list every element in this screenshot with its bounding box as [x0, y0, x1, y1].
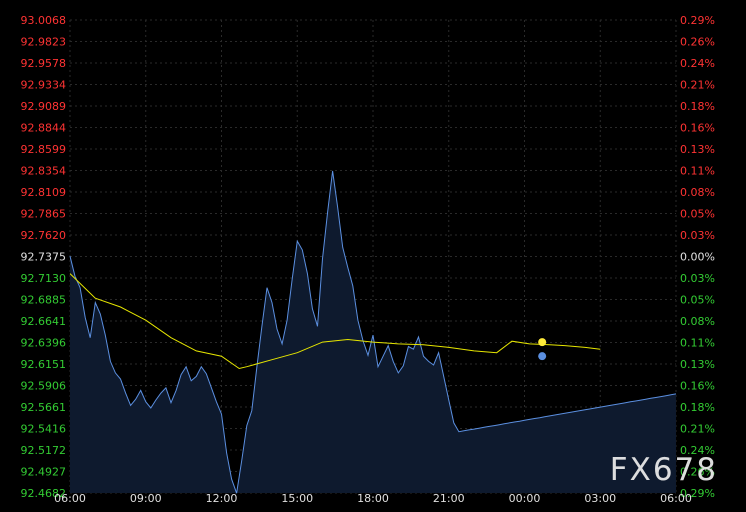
price-area [70, 170, 676, 494]
y-tick-label-left: 92.9823 [21, 36, 67, 49]
y-tick-label-right: 0.11% [680, 337, 715, 350]
y-tick-label-right: 0.24% [680, 57, 715, 70]
y-axis-right-labels: 0.29% 0.26% 0.24% 0.21% 0.18% 0.16% 0.13% 0.11%… [680, 14, 715, 500]
y-tick-label-left: 92.5416 [21, 423, 67, 436]
y-axis-left-labels: 93.0068 92.9823 92.9578 92.9334 92.9089 92.88… [21, 14, 67, 500]
y-tick-label-right: 0.13% [680, 358, 715, 371]
y-tick-label-left: 92.9334 [21, 79, 67, 92]
y-tick-label-right: 0.18% [680, 401, 715, 414]
y-tick-label-left: 92.7865 [21, 208, 67, 221]
y-tick-label-left: 92.8354 [21, 165, 67, 178]
y-tick-label-left: 92.6641 [21, 315, 67, 328]
x-tick-label: 21:00 [433, 492, 465, 505]
y-tick-label-right: 0.11% [680, 165, 715, 178]
x-tick-label: 15:00 [281, 492, 313, 505]
x-tick-label: 09:00 [130, 492, 162, 505]
y-tick-label-left: 92.8844 [21, 122, 67, 135]
y-tick-label-left: 92.7375 [21, 251, 67, 264]
x-tick-label: 03:00 [584, 492, 616, 505]
y-tick-label-left: 92.8599 [21, 143, 67, 156]
y-tick-label-left: 92.4927 [21, 466, 67, 479]
price-area-fill [70, 170, 676, 494]
y-tick-label-left: 92.5661 [21, 401, 67, 414]
y-tick-label-left: 92.5172 [21, 444, 67, 457]
y-tick-label-right: 0.05% [680, 208, 715, 221]
y-tick-label-right: 0.29% [680, 14, 715, 27]
y-tick-label-right: 0.18% [680, 100, 715, 113]
y-tick-label-left: 92.5906 [21, 380, 67, 393]
x-tick-label: 06:00 [54, 492, 86, 505]
marker-dot [538, 352, 547, 361]
y-tick-label-left: 92.9089 [21, 100, 67, 113]
x-axis-labels: 06:00 09:00 12:00 15:00 18:00 21:00 00:00 03:00… [54, 492, 692, 505]
marker-dot [538, 338, 547, 347]
chart-svg: 93.0068 92.9823 92.9578 92.9334 92.9089 92.88… [21, 14, 715, 505]
y-tick-label-right: 0.03% [680, 229, 715, 242]
y-tick-label-right: 0.21% [680, 79, 715, 92]
x-tick-label: 12:00 [206, 492, 238, 505]
y-tick-label-right: 0.16% [680, 122, 715, 135]
chart: 93.0068 92.9823 92.9578 92.9334 92.9089 92.88… [0, 0, 746, 508]
y-tick-label-right: 0.00% [680, 251, 715, 264]
y-tick-label-left: 92.6151 [21, 358, 67, 371]
y-tick-label-left: 92.8109 [21, 186, 67, 199]
y-tick-label-left: 92.7130 [21, 272, 67, 285]
y-tick-label-right: 0.05% [680, 294, 715, 307]
watermark-logo: FX678 [609, 452, 718, 488]
x-tick-label: 00:00 [509, 492, 541, 505]
y-tick-label-right: 0.13% [680, 143, 715, 156]
y-tick-label-left: 93.0068 [21, 14, 67, 27]
y-tick-label-right: 0.08% [680, 315, 715, 328]
y-tick-label-right: 0.21% [680, 423, 715, 436]
y-tick-label-right: 0.03% [680, 272, 715, 285]
x-tick-label: 06:00 [660, 492, 692, 505]
y-tick-label-right: 0.08% [680, 186, 715, 199]
y-tick-label-left: 92.6396 [21, 337, 67, 350]
y-tick-label-left: 92.6885 [21, 294, 67, 307]
x-tick-label: 18:00 [357, 492, 389, 505]
y-tick-label-right: 0.26% [680, 36, 715, 49]
y-tick-label-right: 0.16% [680, 380, 715, 393]
markers [538, 338, 547, 361]
y-tick-label-left: 92.9578 [21, 57, 67, 70]
y-tick-label-left: 92.7620 [21, 229, 67, 242]
